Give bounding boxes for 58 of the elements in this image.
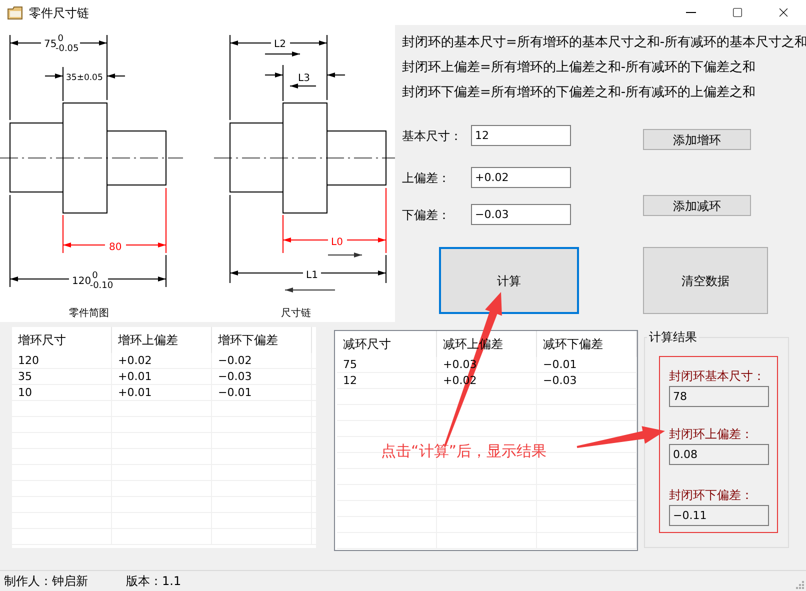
- annotation-text: 点击“计算”后，显示结果: [381, 441, 547, 461]
- table-cell: −0.01: [537, 357, 637, 372]
- result-label: 封闭环基本尺寸：: [669, 369, 766, 384]
- table-cell: −0.03: [212, 369, 312, 384]
- table-cell: 10: [12, 385, 112, 400]
- column-header[interactable]: 增环上偏差: [112, 327, 212, 353]
- result-field: 78: [669, 386, 769, 407]
- table-cell: −0.01: [212, 385, 312, 400]
- window-title: 零件尺寸链: [29, 4, 89, 22]
- dimension-label: L1: [306, 270, 318, 281]
- field-label: 上偏差：: [402, 170, 451, 186]
- drawing-caption: 零件简图: [69, 308, 109, 319]
- table-cell: +0.01: [112, 385, 212, 400]
- dimension-label: 35±0.05: [66, 73, 103, 83]
- column-header[interactable]: 增环尺寸: [12, 327, 112, 353]
- dimension-label: L0: [331, 237, 343, 248]
- folder-icon: [7, 6, 23, 20]
- table-cell: 75: [337, 357, 437, 372]
- result-field: 0.08: [669, 444, 769, 465]
- table-cell: +0.01: [112, 369, 212, 384]
- minimize-icon: [686, 12, 696, 13]
- version-text: 版本：1.1: [126, 573, 182, 590]
- action-button[interactable]: 清空数据: [643, 247, 768, 314]
- table-cell: 120: [12, 353, 112, 368]
- result-field: −0.11: [669, 505, 769, 526]
- maximize-icon: [732, 7, 742, 18]
- drawing-caption: 尺寸链: [281, 308, 311, 319]
- field-label: 下偏差：: [402, 206, 451, 224]
- input-field[interactable]: 12: [471, 125, 571, 146]
- group-title: 计算结果: [647, 329, 699, 345]
- direction-arrow: [328, 252, 362, 258]
- column-header[interactable]: 减环下偏差: [537, 331, 637, 357]
- table-cell: 12: [337, 373, 437, 388]
- field-label: 基本尺寸：: [402, 128, 463, 144]
- table-cell: 35: [12, 369, 112, 384]
- author-text: 制作人：钟启新: [4, 573, 88, 590]
- add-button[interactable]: 添加减环: [643, 195, 751, 216]
- resize-grip-icon: [796, 581, 804, 589]
- input-field[interactable]: −0.03: [471, 204, 571, 225]
- result-label: 封闭环下偏差：: [669, 488, 754, 503]
- dimension-label: 80: [109, 242, 122, 253]
- column-header[interactable]: 减环尺寸: [337, 331, 437, 357]
- dimension-label: L2: [274, 39, 286, 50]
- table-cell: −0.02: [212, 353, 312, 368]
- direction-arrow: [284, 288, 336, 292]
- formula-text: 封闭环的基本尺寸=所有增环的基本尺寸之和-所有减环的基本尺寸之和: [402, 34, 806, 52]
- column-header[interactable]: 增环下偏差: [212, 327, 312, 353]
- formula-text: 封闭环上偏差=所有增环的上偏差之和-所有减环的下偏差之和: [402, 59, 757, 77]
- table-cell: +0.02: [112, 353, 212, 368]
- formula-text: 封闭环下偏差=所有增环的下偏差之和-所有减环的上偏差之和: [402, 84, 757, 102]
- action-button[interactable]: 计算: [439, 247, 579, 314]
- direction-arrow: [290, 84, 316, 88]
- direction-arrow: [264, 52, 300, 56]
- dimension-label: L3: [298, 73, 310, 84]
- result-label: 封闭环上偏差：: [669, 427, 754, 442]
- table-cell: −0.03: [537, 373, 637, 388]
- input-field[interactable]: +0.02: [471, 167, 571, 188]
- add-button[interactable]: 添加增环: [643, 129, 751, 150]
